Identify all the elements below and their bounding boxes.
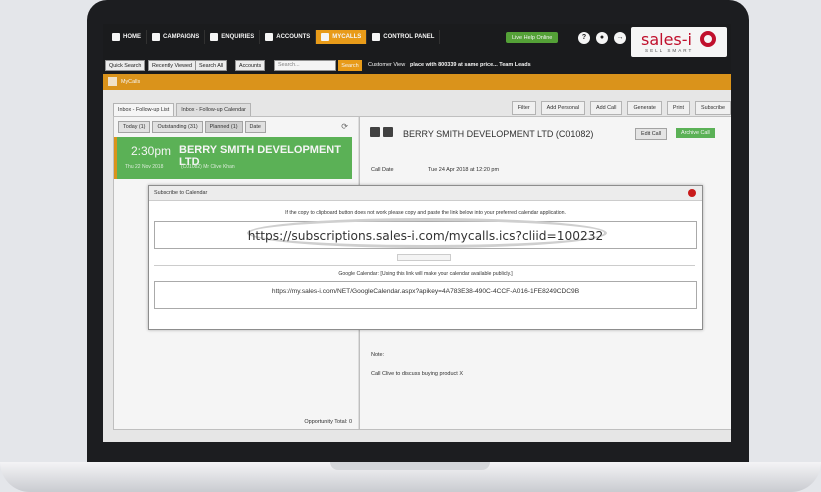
modal-header: Subscribe to Calendar bbox=[149, 186, 702, 201]
laptop-notch bbox=[330, 462, 490, 470]
copy-to-clipboard-button[interactable] bbox=[397, 254, 451, 261]
ics-url-text: https://subscriptions.sales-i.com/mycall… bbox=[247, 229, 604, 243]
google-calendar-note: Google Calendar: [Using this link will m… bbox=[338, 271, 513, 277]
modal-instruction: If the copy to clipboard button does not… bbox=[285, 210, 566, 216]
app-screen: HOME CAMPAIGNS ENQUIRIES ACCOUNTS MYCALL… bbox=[103, 24, 731, 442]
modal-divider bbox=[154, 265, 695, 266]
google-url-field[interactable]: https://my.sales-i.com/NET/GoogleCalenda… bbox=[154, 281, 697, 309]
subscribe-calendar-modal: Subscribe to Calendar If the copy to cli… bbox=[148, 185, 703, 330]
google-url-text: https://my.sales-i.com/NET/GoogleCalenda… bbox=[271, 288, 580, 295]
ics-url-field[interactable]: https://subscriptions.sales-i.com/mycall… bbox=[154, 218, 697, 249]
modal-title: Subscribe to Calendar bbox=[154, 190, 208, 196]
close-icon[interactable] bbox=[688, 189, 696, 197]
laptop-base bbox=[0, 462, 821, 492]
